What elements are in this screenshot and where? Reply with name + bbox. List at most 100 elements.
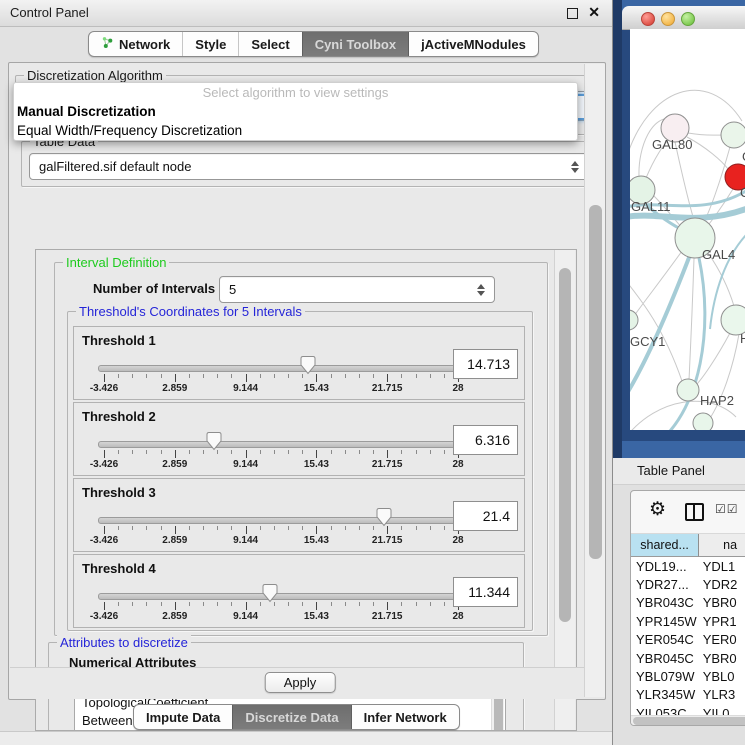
table-row[interactable]: YER054CYER0 xyxy=(631,631,745,649)
tick-mark xyxy=(189,602,190,606)
dropdown-option-equal-width[interactable]: Equal Width/Frequency Discretization xyxy=(14,121,577,140)
interval-definition-groupbox: Interval Definition Number of Intervals … xyxy=(54,262,548,636)
zoom-traffic-light-icon[interactable] xyxy=(681,12,695,26)
column-header-shared-name[interactable]: shared... xyxy=(631,534,699,557)
apply-button[interactable]: Apply xyxy=(265,672,336,693)
network-node-node-cut-topright[interactable] xyxy=(721,122,745,148)
dropdown-option-manual-discretization[interactable]: Manual Discretization xyxy=(14,102,577,121)
slider-ticks xyxy=(104,526,458,534)
threshold-value-input[interactable] xyxy=(453,425,518,455)
number-of-intervals-combobox[interactable]: 5 xyxy=(219,276,495,303)
slider-track[interactable] xyxy=(98,365,466,372)
threshold-value-input[interactable] xyxy=(453,577,518,607)
network-edge[interactable] xyxy=(630,255,690,395)
slider-thumb[interactable] xyxy=(376,507,392,527)
close-traffic-light-icon[interactable] xyxy=(641,12,655,26)
table-panel: ⚙ ☑☑ shared... na YDL19...YDL1YDR27...YD… xyxy=(630,490,745,726)
tick-mark xyxy=(231,374,232,378)
gear-icon[interactable]: ⚙ xyxy=(649,499,666,521)
table-data-combobox[interactable]: galFiltered.sif default node xyxy=(29,153,589,180)
threshold-label: Threshold 2 xyxy=(82,409,156,424)
tick-mark xyxy=(302,526,303,530)
content-scrollbar-thumb[interactable] xyxy=(589,205,602,559)
tick-label: 21.715 xyxy=(372,459,403,470)
table-row[interactable]: YLR345WYLR3 xyxy=(631,686,745,704)
tick-mark xyxy=(175,450,176,458)
slider-thumb[interactable] xyxy=(262,583,278,603)
tick-mark xyxy=(444,450,445,454)
network-node-hap2[interactable] xyxy=(677,379,699,401)
network-edge[interactable] xyxy=(688,133,723,135)
float-window-icon[interactable] xyxy=(567,8,578,19)
tick-mark xyxy=(373,374,374,378)
content-scrollbar-track[interactable] xyxy=(584,64,605,697)
node-label-gal4: GAL4 xyxy=(702,247,735,262)
minimize-traffic-light-icon[interactable] xyxy=(661,12,675,26)
split-columns-icon[interactable] xyxy=(685,503,704,521)
cell-name: YIL0 xyxy=(699,706,745,715)
table-row[interactable]: YIL053CYIL0 xyxy=(631,704,745,715)
tick-label: 2.859 xyxy=(162,459,187,470)
tab-style[interactable]: Style xyxy=(182,32,238,56)
tick-mark xyxy=(288,374,289,378)
tab-label: Cyni Toolbox xyxy=(315,37,396,52)
tab-network[interactable]: Network xyxy=(89,32,182,56)
tab-label: Select xyxy=(251,37,289,52)
tick-label: -3.426 xyxy=(90,535,118,546)
tick-label: 28 xyxy=(452,611,463,622)
tick-mark xyxy=(246,450,247,458)
dropdown-hint-option[interactable]: Select algorithm to view settings xyxy=(14,83,577,102)
tick-mark xyxy=(430,374,431,378)
settings-scrollbar-thumb[interactable] xyxy=(559,268,571,622)
table-hscrollbar-track[interactable] xyxy=(631,715,745,726)
slider-track[interactable] xyxy=(98,517,466,524)
tab-select[interactable]: Select xyxy=(238,32,301,56)
tick-mark xyxy=(175,526,176,534)
network-node-node-cut-bottom[interactable] xyxy=(693,413,713,430)
threshold-value-input[interactable] xyxy=(453,349,518,379)
tab-impute-data[interactable]: Impute Data xyxy=(134,705,232,729)
network-view-canvas[interactable]: GAL80GCGAL11GAL4GCY1HHAP2 xyxy=(630,29,745,430)
slider-track[interactable] xyxy=(98,441,466,448)
tick-mark xyxy=(146,374,147,378)
cell-name: YDR2 xyxy=(699,577,745,592)
network-edge[interactable] xyxy=(630,251,682,327)
column-header-name[interactable]: na xyxy=(699,534,745,557)
table-row[interactable]: YPR145WYPR1 xyxy=(631,612,745,630)
network-edge[interactable] xyxy=(675,142,694,220)
threshold-value-input[interactable] xyxy=(453,501,518,531)
network-node-gcy1[interactable] xyxy=(630,310,638,330)
table-row[interactable]: YDL19...YDL1 xyxy=(631,557,745,575)
bottom-strip xyxy=(0,731,612,745)
tab-cyni-toolbox[interactable]: Cyni Toolbox xyxy=(302,32,408,56)
tab-infer-network[interactable]: Infer Network xyxy=(351,705,459,729)
slider-thumb[interactable] xyxy=(206,431,222,451)
cell-name: YPR1 xyxy=(699,614,745,629)
table-row[interactable]: YBL079WYBL0 xyxy=(631,667,745,685)
tick-mark xyxy=(203,374,204,378)
select-columns-icon[interactable]: ☑☑ xyxy=(715,502,739,516)
slider-thumb[interactable] xyxy=(300,355,316,375)
table-header-row: shared... na xyxy=(631,534,745,557)
tick-mark xyxy=(104,602,105,610)
tab-jactivemnodules[interactable]: jActiveMNodules xyxy=(408,32,538,56)
tick-label: 21.715 xyxy=(372,535,403,546)
tick-mark xyxy=(359,602,360,606)
table-row[interactable]: YDR27...YDR2 xyxy=(631,575,745,593)
table-row[interactable]: YBR043CYBR0 xyxy=(631,594,745,612)
table-row[interactable]: YBR045CYBR0 xyxy=(631,649,745,667)
table-hscrollbar-thumb[interactable] xyxy=(633,717,745,725)
tick-label: 28 xyxy=(452,383,463,394)
tick-label: -3.426 xyxy=(90,383,118,394)
tab-label: Infer Network xyxy=(364,710,447,725)
settings-scrollbar-track[interactable] xyxy=(554,250,575,730)
cell-name: YBR0 xyxy=(699,595,745,610)
network-edge[interactable] xyxy=(687,137,728,169)
slider-track[interactable] xyxy=(98,593,466,600)
tab-discretize-data[interactable]: Discretize Data xyxy=(232,705,350,729)
network-edge[interactable] xyxy=(689,258,694,380)
close-icon[interactable]: ✕ xyxy=(588,4,600,21)
node-label-c: C xyxy=(740,185,745,200)
cell-name: YBL0 xyxy=(699,669,745,684)
table-toolbar: ⚙ ☑☑ xyxy=(631,491,745,534)
